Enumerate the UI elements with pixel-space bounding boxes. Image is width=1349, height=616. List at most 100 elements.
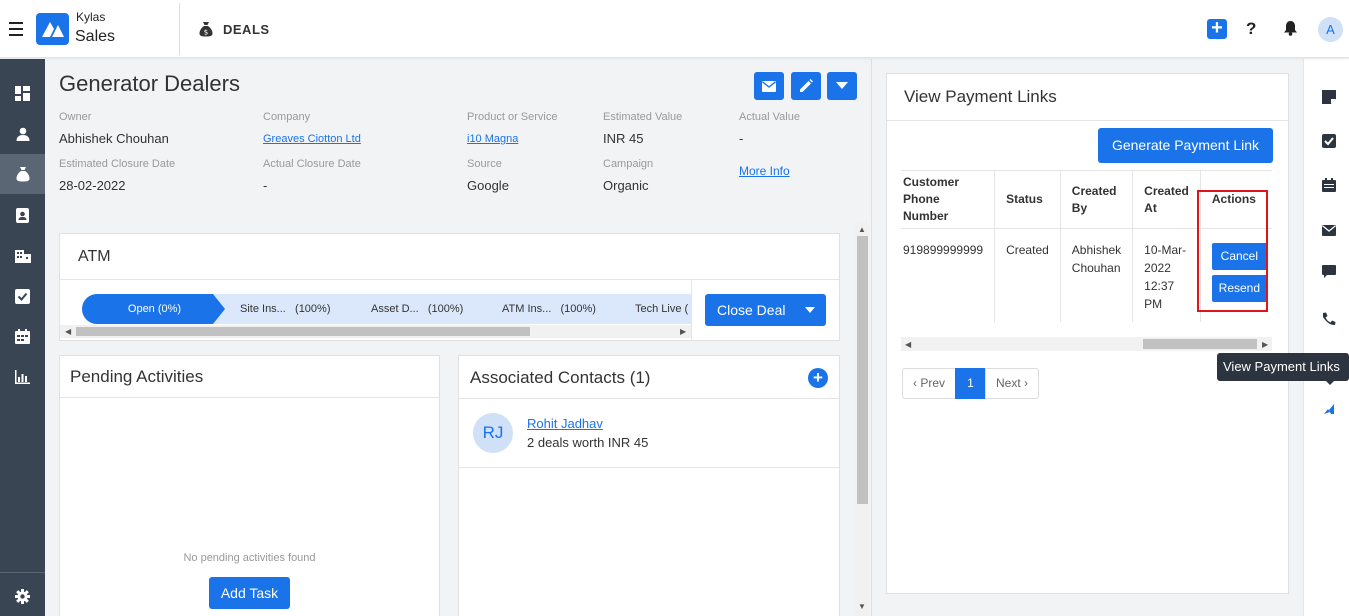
campaign-label: Campaign [603,158,654,170]
pagination-prev[interactable]: ‹ Prev [902,368,956,399]
notes-icon[interactable] [1320,88,1338,106]
cell-text: 2022 [1144,261,1171,275]
kylas-logo[interactable] [36,13,69,45]
chat-bubble-icon[interactable] [1320,263,1338,281]
stage-site-inspection[interactable]: Site Ins... (100%) [213,294,358,324]
notification-bell-icon[interactable] [1283,20,1298,41]
divider [60,397,439,398]
scroll-down-arrow-icon[interactable]: ▼ [858,602,866,611]
scrollbar-thumb[interactable] [857,236,868,504]
stage-percent: (100%) [427,303,464,315]
divider [459,467,839,468]
estimated-closure-value: 28-02-2022 [59,178,126,193]
calendar-icon[interactable] [1320,176,1338,194]
stage-percent: (100%) [295,303,331,315]
tasks-icon[interactable] [0,276,45,316]
generate-payment-link-button[interactable]: Generate Payment Link [1098,128,1273,163]
dashboard-icon[interactable] [0,73,45,113]
svg-text:$: $ [204,29,208,37]
source-label: Source [467,158,502,170]
pagination-next[interactable]: Next › [985,368,1039,399]
actual-value-label: Actual Value [739,111,800,123]
email-button[interactable] [754,72,784,100]
divider [691,280,692,340]
tooltip: View Payment Links [1217,353,1349,381]
column-header: Created At [1132,170,1201,229]
created-at-cell: 10-Mar- 2022 12:37 PM [1132,228,1201,322]
pagination-page-1[interactable]: 1 [955,368,986,399]
add-task-button[interactable]: Add Task [209,577,290,609]
more-options-button[interactable] [827,72,857,100]
stage-asset-delivery[interactable]: Asset D... (100%) [344,294,489,324]
cell-text: 12:37 [1144,279,1175,293]
estimated-value: INR 45 [603,131,644,146]
caret-down-icon [805,307,815,313]
scroll-up-arrow-icon[interactable]: ▲ [858,225,866,234]
cell-text: Abhishek [1071,243,1122,257]
calendar-icon[interactable] [0,316,45,356]
phone-cell: 919899999999 [901,228,996,322]
cell-text: PM [1144,297,1163,311]
stage-label: Tech Live ( [635,303,689,315]
contact-name-link[interactable]: Rohit Jadhav [527,416,603,431]
column-header-text: Phone Number [903,192,949,223]
brand-product: Sales [75,28,116,45]
scroll-left-arrow-icon[interactable]: ◀ [65,327,71,336]
stage-label: Asset D... [371,303,419,315]
deals-icon[interactable] [0,154,45,194]
actual-closure-label: Actual Closure Date [263,158,361,170]
tooltip-arrow [1326,381,1334,385]
leads-icon[interactable] [0,114,45,154]
empty-state-text: No pending activities found [183,552,316,564]
owner-value: Abhishek Chouhan [59,131,169,146]
pending-activities-title: Pending Activities [70,367,204,386]
close-deal-button[interactable]: Close Deal [705,294,826,326]
divider [179,3,180,55]
tasks-checkbox-icon[interactable] [1320,132,1338,150]
divider [887,120,1288,121]
cell-text: Chouhan [1071,261,1121,275]
help-icon[interactable]: ? [1246,19,1256,39]
contact-deals-summary: 2 deals worth INR 45 [527,435,649,450]
stage-label: ATM Ins... [502,303,552,315]
product-link[interactable]: i10 Magna [467,133,518,145]
status-cell: Created [994,228,1061,322]
contacts-icon[interactable] [0,195,45,235]
pipeline-title: ATM [78,248,111,265]
scroll-right-arrow-icon[interactable]: ▶ [1262,340,1268,349]
envelope-icon[interactable] [1320,221,1338,239]
stage-open[interactable]: Open (0%) [82,294,227,324]
cell-text: 10-Mar- [1144,243,1187,257]
deal-title: Generator Dealers [59,71,240,96]
payment-link-icon[interactable] [1320,400,1338,418]
user-avatar[interactable]: A [1318,17,1343,42]
stage-label: Site Ins... [240,303,286,315]
divider [60,279,839,280]
stage-label: Open (0%) [127,303,182,315]
close-deal-label: Close Deal [717,302,786,318]
column-header-text: Created [1144,183,1189,198]
stage-tech-live[interactable]: Tech Live ( [606,294,691,324]
hamburger-menu-icon[interactable] [9,22,23,36]
companies-icon[interactable] [0,235,45,275]
scrollbar-thumb[interactable] [1143,339,1257,349]
money-bag-icon: $ [199,21,213,42]
stage-atm-installation[interactable]: ATM Ins... (100%) [475,294,620,324]
more-info-link[interactable]: More Info [739,164,790,178]
pencil-icon [800,79,813,92]
brand-name: Kylas [76,10,106,24]
contact-avatar: RJ [473,413,513,453]
scroll-right-arrow-icon[interactable]: ▶ [680,327,686,336]
company-link[interactable]: Greaves Ciotton Ltd [263,133,361,145]
column-header-text: By [1071,200,1088,215]
quick-add-icon[interactable]: + [1207,18,1227,39]
settings-gear-icon[interactable] [0,576,45,616]
add-contact-icon[interactable]: + [808,368,828,388]
nav-divider [0,572,45,573]
reports-icon[interactable] [0,357,45,397]
edit-button[interactable] [791,72,821,100]
phone-icon[interactable] [1320,310,1338,328]
scrollbar-thumb[interactable] [76,327,530,336]
actual-value: - [739,131,744,146]
scroll-left-arrow-icon[interactable]: ◀ [905,340,911,349]
